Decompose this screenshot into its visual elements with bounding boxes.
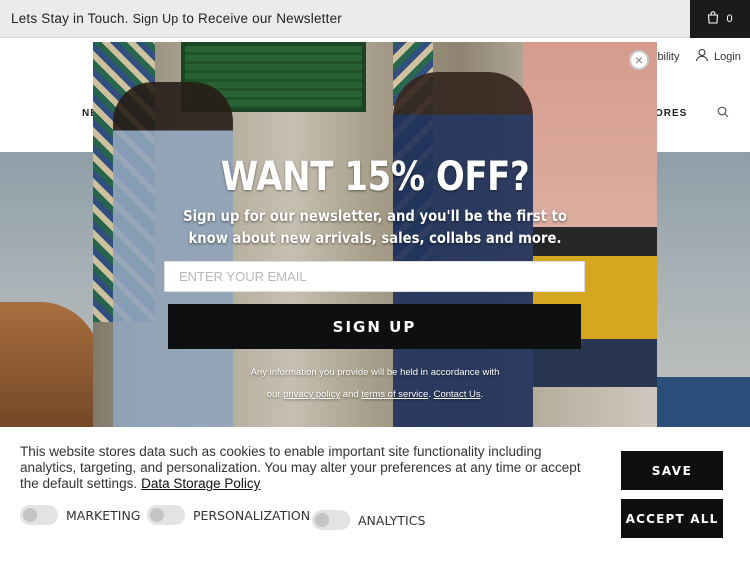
- fine-print-our: our: [266, 389, 281, 400]
- terms-of-service-link[interactable]: terms of service: [361, 389, 428, 400]
- toggle-label: PERSONALIZATION: [193, 507, 311, 523]
- toggle-label: MARKETING: [66, 507, 141, 523]
- analytics-toggle[interactable]: ANALYTICS: [312, 510, 425, 530]
- cookie-text: This website stores data such as cookies…: [20, 444, 581, 491]
- newsletter-signup-link[interactable]: Sign Up: [133, 12, 179, 26]
- newsletter-message-prefix: Lets Stay in Touch.: [11, 11, 129, 26]
- cart-count: 0: [726, 13, 733, 25]
- signup-button[interactable]: SIGN UP: [168, 304, 581, 349]
- privacy-policy-link[interactable]: privacy policy: [283, 389, 340, 400]
- contact-us-link[interactable]: Contact Us: [434, 389, 481, 400]
- login-label: Login: [714, 50, 741, 63]
- bag-icon: [707, 11, 719, 27]
- save-button[interactable]: SAVE: [621, 451, 723, 490]
- personalization-toggle[interactable]: PERSONALIZATION: [147, 505, 310, 525]
- cart-button[interactable]: 0: [690, 0, 750, 38]
- data-storage-policy-link[interactable]: Data Storage Policy: [141, 476, 260, 491]
- close-icon[interactable]: ×: [629, 50, 649, 70]
- popup-subtitle: Sign up for our newsletter, and you'll b…: [183, 207, 567, 247]
- popup-title: WANT 15% OFF?: [220, 154, 530, 200]
- email-input[interactable]: [164, 261, 585, 292]
- cookie-message: This website stores data such as cookies…: [20, 444, 600, 492]
- popup-fine-print: Any information you provide will be held…: [153, 362, 597, 406]
- newsletter-message: Lets Stay in Touch. Sign Up to Receive o…: [11, 11, 342, 26]
- nav-item-stores[interactable]: ORES: [655, 108, 687, 119]
- toggle-switch[interactable]: [147, 505, 185, 525]
- cookie-banner: This website stores data such as cookies…: [0, 427, 750, 563]
- fine-print-line-2: our privacy policy and terms of service.…: [266, 389, 484, 400]
- newsletter-popup: × WANT 15% OFF? Sign up for our newslett…: [93, 42, 657, 427]
- fine-print-and: and: [342, 389, 359, 400]
- toggle-switch[interactable]: [312, 510, 350, 530]
- hero-cliff: [0, 302, 100, 442]
- toggle-label: ANALYTICS: [358, 512, 426, 528]
- marketing-toggle[interactable]: MARKETING: [20, 505, 140, 525]
- search-icon[interactable]: [717, 105, 729, 123]
- user-icon: [695, 48, 709, 65]
- login-link[interactable]: Login: [695, 48, 741, 65]
- newsletter-topbar: Lets Stay in Touch. Sign Up to Receive o…: [0, 0, 750, 38]
- fine-print-line-1: Any information you provide will be held…: [250, 367, 500, 378]
- newsletter-message-suffix: to Receive our Newsletter: [182, 11, 342, 26]
- accessibility-link[interactable]: ibility: [655, 51, 679, 63]
- accept-all-button[interactable]: ACCEPT ALL: [621, 499, 723, 538]
- toggle-switch[interactable]: [20, 505, 58, 525]
